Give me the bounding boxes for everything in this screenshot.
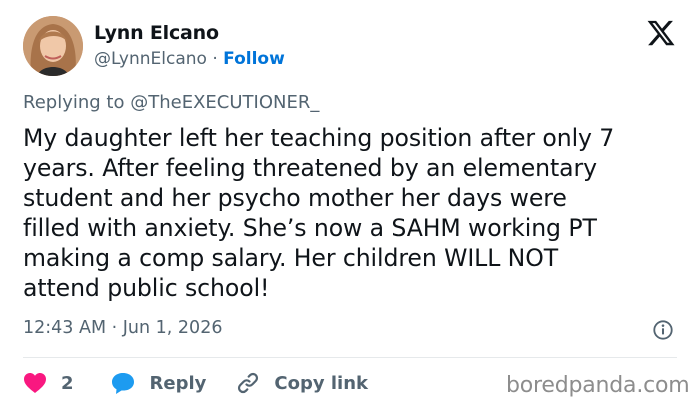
reply-context: Replying to @TheEXECUTIONER_ (23, 92, 319, 113)
author-name[interactable]: Lynn Elcano (94, 22, 219, 44)
divider (23, 357, 677, 358)
copy-link-button[interactable]: Copy link (236, 371, 368, 395)
avatar[interactable] (23, 16, 83, 76)
x-logo-icon[interactable] (646, 18, 676, 48)
reply-label: Reply (149, 372, 207, 394)
reply-bubble-icon (111, 373, 134, 394)
tweet-text: My daughter left her teaching position a… (23, 124, 615, 302)
tweet-timestamp[interactable]: 12:43 AM · Jun 1, 2026 (23, 318, 222, 338)
action-bar: 2 Reply Copy link (23, 366, 368, 400)
author-handle[interactable]: @LynnElcano (94, 49, 207, 69)
reply-prefix: Replying to (23, 92, 125, 113)
follow-button[interactable]: Follow (223, 49, 285, 69)
heart-icon (24, 373, 46, 393)
author-handle-line: @LynnElcano · Follow (94, 49, 285, 69)
copy-link-label: Copy link (274, 372, 368, 394)
separator: · (212, 49, 218, 69)
reply-button[interactable]: Reply (110, 371, 207, 395)
link-icon (238, 372, 259, 394)
reply-mention-link[interactable]: @TheEXECUTIONER_ (130, 92, 319, 113)
like-button[interactable]: 2 (23, 372, 74, 394)
like-count: 2 (61, 372, 74, 394)
boredpanda-watermark: boredpanda.com (506, 373, 690, 398)
info-icon[interactable] (652, 319, 674, 341)
user-avatar-icon (23, 16, 83, 76)
